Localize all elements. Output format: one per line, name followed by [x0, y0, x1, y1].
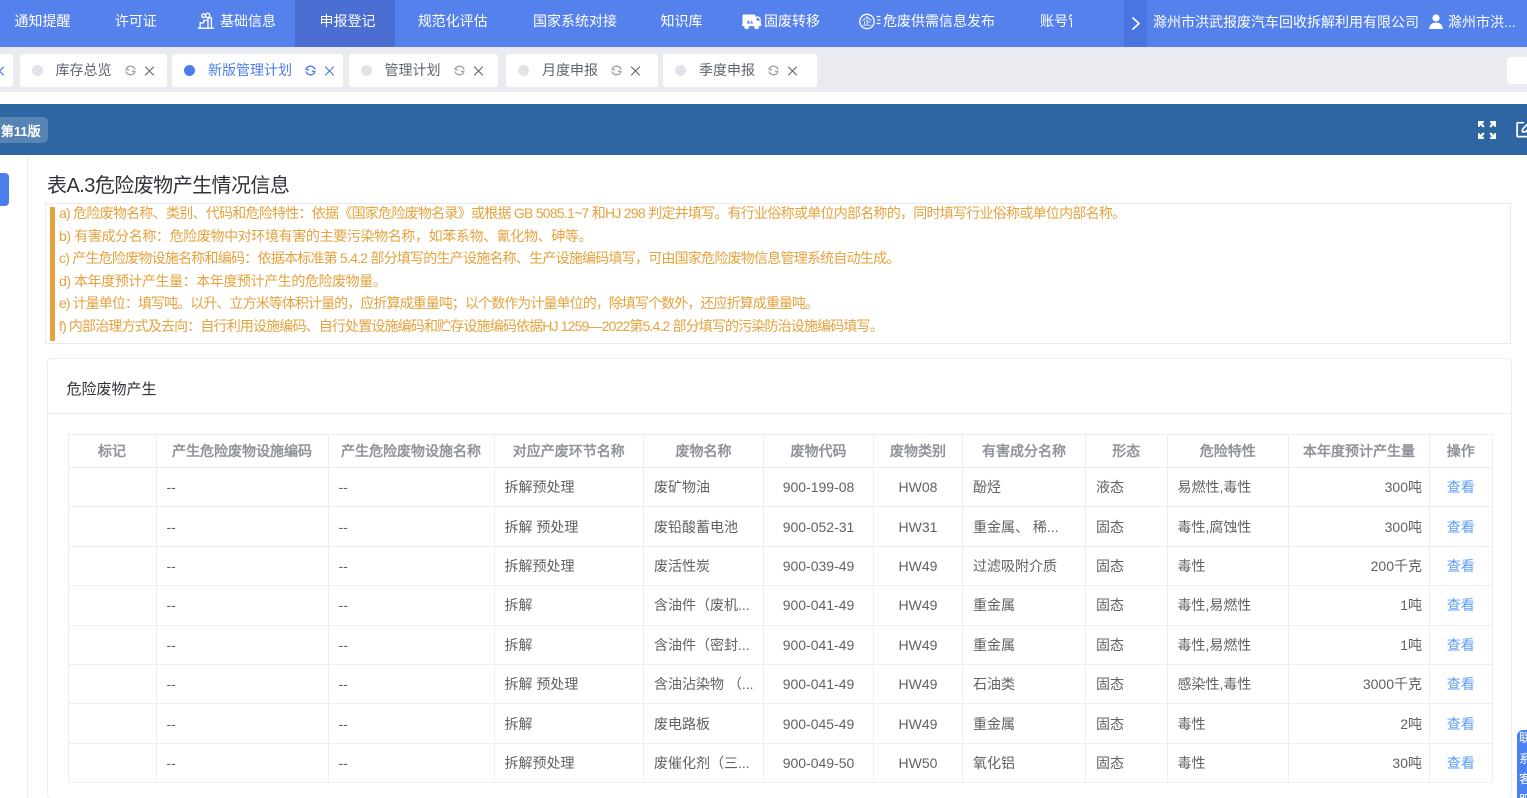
- svg-text:企: 企: [862, 15, 872, 28]
